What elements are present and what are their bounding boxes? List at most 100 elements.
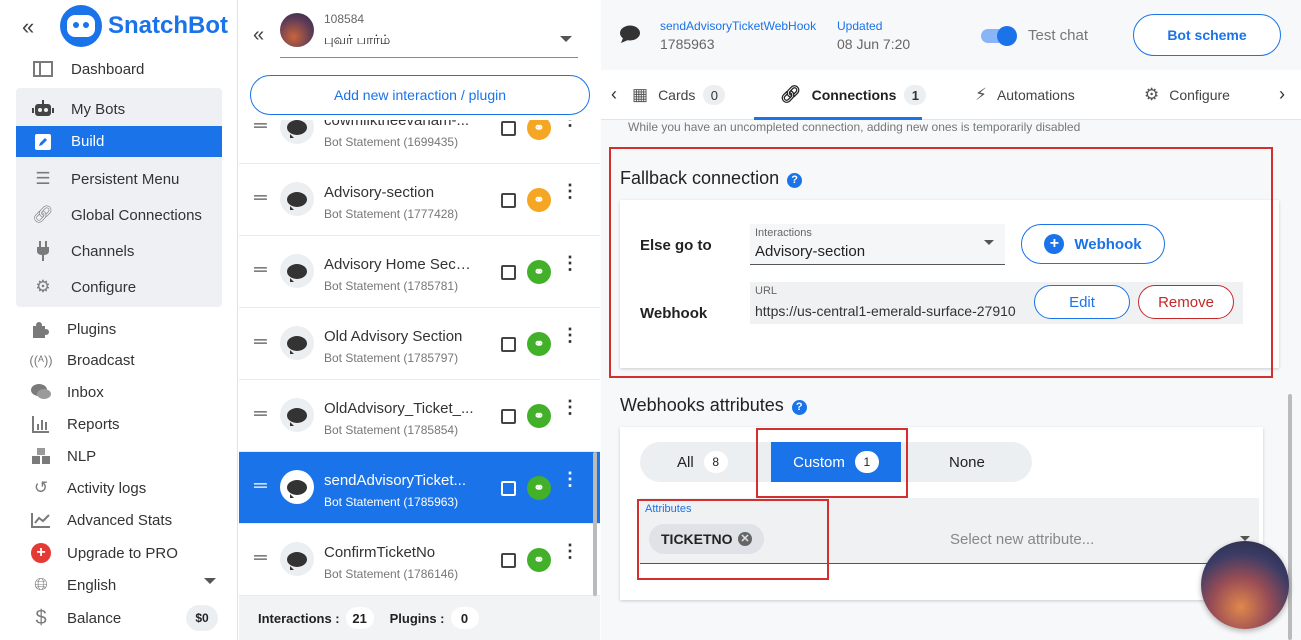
sidebar-item-activity-logs[interactable]: ↺ Activity logs <box>30 473 146 503</box>
sidebar-item-balance[interactable]: $ Balance <box>30 603 121 633</box>
editor-scrollbar[interactable] <box>1288 394 1292 640</box>
sidebar-item-advanced-stats[interactable]: Advanced Stats <box>30 505 172 535</box>
list-item[interactable]: ═ ConfirmTicketNo Bot Statement (1786146… <box>239 524 600 596</box>
list-item-selected[interactable]: ═ sendAdvisoryTicket... Bot Statement (1… <box>239 452 600 524</box>
test-chat-toggle[interactable] <box>981 26 1017 46</box>
interaction-checkbox[interactable] <box>501 409 516 424</box>
interactions-count-label: Interactions : <box>258 610 340 626</box>
link-icon[interactable]: ⚭ <box>527 548 551 572</box>
interaction-subtitle: Bot Statement (1785963) <box>324 495 459 509</box>
drag-handle-icon[interactable]: ═ <box>254 548 267 566</box>
link-icon[interactable]: ⚭ <box>527 188 551 212</box>
chevron-left-icon[interactable]: ‹ <box>611 84 617 105</box>
tab-automations[interactable]: ⚡︎ Automations <box>975 82 1075 108</box>
add-interaction-button[interactable]: Add new interaction / plugin <box>250 75 590 115</box>
drag-handle-icon[interactable]: ═ <box>254 332 267 350</box>
more-vert-icon[interactable]: ⋮ <box>561 398 579 416</box>
test-chat-label: Test chat <box>1028 27 1089 44</box>
drag-handle-icon[interactable]: ═ <box>254 120 267 134</box>
interaction-title: sendAdvisoryTicket... <box>324 472 466 489</box>
drag-handle-icon[interactable]: ═ <box>254 476 267 494</box>
sidebar-item-channels[interactable]: Channels <box>16 234 222 268</box>
bot-avatar <box>280 13 314 47</box>
drag-handle-icon[interactable]: ═ <box>254 404 267 422</box>
sidebar-item-broadcast[interactable]: ((ᴬ)) Broadcast <box>29 345 134 375</box>
interaction-title: Advisory-section <box>324 184 435 201</box>
drag-handle-icon[interactable]: ═ <box>254 188 267 206</box>
sidebar-item-build[interactable]: Build <box>16 126 222 157</box>
chat-bubble-icon <box>280 254 314 288</box>
more-vert-icon[interactable]: ⋮ <box>561 254 579 272</box>
interaction-checkbox[interactable] <box>501 265 516 280</box>
more-vert-icon[interactable]: ⋮ <box>561 542 579 560</box>
sidebar-item-dashboard[interactable]: Dashboard <box>16 52 222 86</box>
chevron-right-icon[interactable]: › <box>1279 84 1285 105</box>
bot-select[interactable]: புவர் பார்ம் <box>324 32 390 49</box>
sidebar-item-label: Configure <box>71 278 137 296</box>
sidebar-item-inbox[interactable]: Inbox <box>30 377 104 407</box>
interaction-title: OldAdvisory_Ticket_... <box>324 400 474 417</box>
language-select[interactable]: 🌐︎ English <box>30 570 116 600</box>
sidebar-item-label: Persistent Menu <box>71 170 180 188</box>
list-item[interactable]: ═ OldAdvisory_Ticket_... Bot Statement (… <box>239 380 600 452</box>
interaction-id: 1785963 <box>660 36 715 52</box>
more-vert-icon[interactable]: ⋮ <box>561 182 579 200</box>
tab-label: Automations <box>996 87 1075 103</box>
interaction-editor: sendAdvisoryTicketWebHook 1785963 Update… <box>601 0 1301 640</box>
updated-date: 08 Jun 7:20 <box>837 36 911 52</box>
link-icon: 🔗︎ <box>780 85 802 104</box>
link-icon[interactable]: ⚭ <box>527 260 551 284</box>
interaction-title: Advisory Home Secti... <box>324 256 474 273</box>
more-vert-icon[interactable]: ⋮ <box>561 120 579 128</box>
link-icon[interactable]: ⚭ <box>527 120 551 140</box>
interaction-checkbox[interactable] <box>501 481 516 496</box>
sidebar-item-label: Reports <box>67 415 120 433</box>
cubes-icon <box>30 445 52 467</box>
segment-all[interactable]: All 8 <box>677 442 728 482</box>
sidebar-item-nlp[interactable]: NLP <box>30 441 96 471</box>
bot-scheme-button[interactable]: Bot scheme <box>1133 14 1281 56</box>
collapse-sidebar-icon[interactable]: « <box>22 14 34 40</box>
sidebar-item-configure[interactable]: ⚙ Configure <box>16 270 222 304</box>
gear-icon: ⚙ <box>35 277 51 296</box>
dashboard-icon <box>32 58 54 80</box>
editor-header: sendAdvisoryTicketWebHook 1785963 Update… <box>601 0 1301 70</box>
highlight-box-fallback <box>609 147 1273 378</box>
interaction-checkbox[interactable] <box>501 337 516 352</box>
sidebar-item-my-bots[interactable]: My Bots <box>16 92 222 126</box>
list-item[interactable]: ═ cowmilktheevanam-... Bot Statement (16… <box>239 120 600 164</box>
more-vert-icon[interactable]: ⋮ <box>561 470 579 488</box>
chevron-down-icon[interactable] <box>560 36 572 42</box>
interaction-checkbox[interactable] <box>501 121 516 136</box>
sidebar-item-plugins[interactable]: Plugins <box>30 314 116 344</box>
sidebar-item-global-connections[interactable]: 🔗︎ Global Connections <box>16 198 222 232</box>
plus-circle-icon: + <box>30 542 52 564</box>
link-icon[interactable]: ⚭ <box>527 332 551 356</box>
list-item[interactable]: ═ Advisory Home Secti... Bot Statement (… <box>239 236 600 308</box>
more-vert-icon[interactable]: ⋮ <box>561 326 579 344</box>
tab-connections[interactable]: 🔗︎ Connections 1 <box>780 82 927 108</box>
interaction-checkbox[interactable] <box>501 553 516 568</box>
link-icon[interactable]: ⚭ <box>527 404 551 428</box>
drag-handle-icon[interactable]: ═ <box>254 260 267 278</box>
sidebar-item-persistent-menu[interactable]: ☰ Persistent Menu <box>16 162 222 196</box>
link-icon[interactable]: ⚭ <box>527 476 551 500</box>
chevron-down-icon[interactable] <box>204 578 216 584</box>
line-chart-icon <box>30 509 52 531</box>
segment-label: None <box>949 453 985 471</box>
segment-none[interactable]: None <box>949 442 985 482</box>
chat-widget-avatar[interactable] <box>1201 541 1289 629</box>
list-item[interactable]: ═ Advisory-section Bot Statement (177742… <box>239 164 600 236</box>
chat-bubble-icon <box>280 398 314 432</box>
tab-cards[interactable]: ▦ Cards 0 <box>632 82 726 108</box>
tab-count: 1 <box>904 85 927 105</box>
help-icon[interactable]: ? <box>791 399 807 415</box>
chat-bubble-icon <box>280 326 314 360</box>
tab-configure[interactable]: ⚙ Configure <box>1144 82 1230 108</box>
sidebar-item-reports[interactable]: Reports <box>30 409 120 439</box>
sidebar-item-upgrade[interactable]: + Upgrade to PRO <box>30 538 178 568</box>
interaction-checkbox[interactable] <box>501 193 516 208</box>
list-item[interactable]: ═ Old Advisory Section Bot Statement (17… <box>239 308 600 380</box>
collapse-panel-icon[interactable]: « <box>253 24 264 47</box>
list-scrollbar[interactable] <box>593 452 597 596</box>
